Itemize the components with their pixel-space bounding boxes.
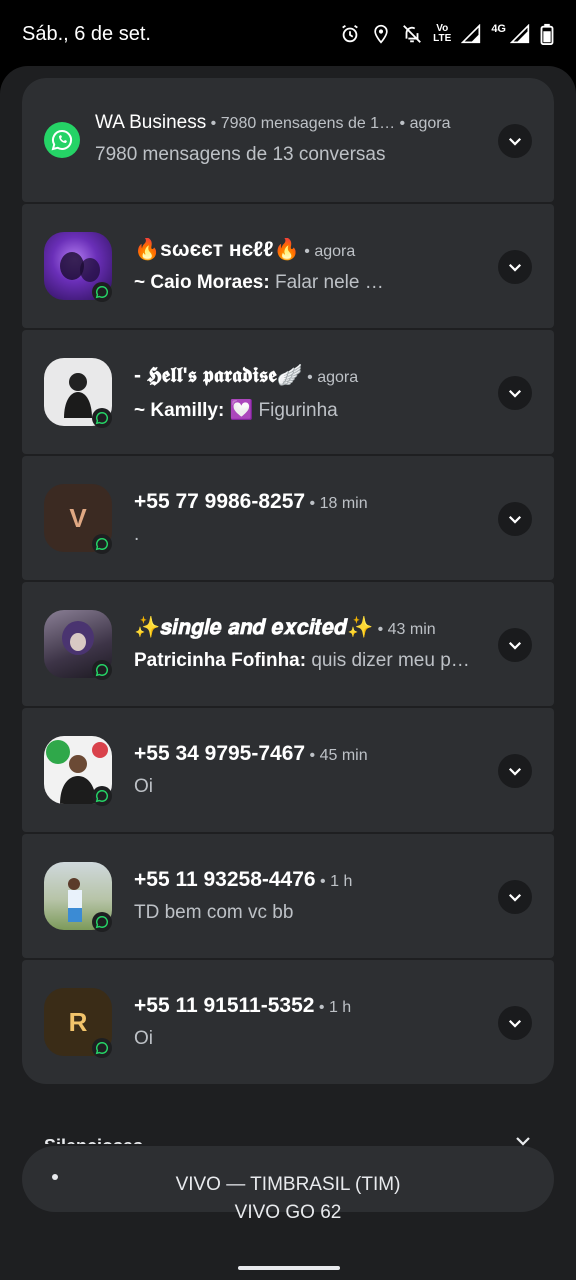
chevron-down-icon (508, 515, 522, 524)
message-text: 💟 Figurinha (229, 400, 338, 421)
notification-time: 43 min (387, 621, 436, 638)
notification-time: 45 min (319, 747, 368, 764)
message-text: Oi (134, 776, 153, 797)
expand-chevron-button[interactable] (498, 754, 532, 788)
carrier-name: VIVO — TIMBRASIL (TIM) (175, 1174, 401, 1195)
conversation-notifications-group: WA Business • 7980 mensagens de 1… • ago… (22, 78, 554, 1086)
notification-conversation[interactable]: +55 34 9795-7467 • 45 min Oi (22, 708, 554, 832)
notification-time: agora (317, 369, 359, 386)
conversation-title: +55 11 93258-4476 (134, 868, 316, 891)
conversation-title: +55 34 9795-7467 (134, 742, 306, 765)
notification-text: WA Business • 7980 mensagens de 1… • ago… (95, 112, 484, 166)
network-type: 4G (491, 23, 506, 35)
message-sender: Patricinha Fofinha: (134, 650, 307, 671)
notification-shade: WA Business • 7980 mensagens de 1… • ago… (0, 66, 576, 1280)
notification-time: 1 h (328, 999, 352, 1016)
notification-text: +55 11 91511-5352 • 1 h Oi (134, 994, 352, 1049)
status-date: Sáb., 6 de set. (22, 22, 151, 45)
notification-text: +55 34 9795-7467 • 45 min Oi (134, 742, 368, 797)
message-text: Falar nele … (274, 272, 384, 293)
conversation-title: - 𝕳𝖊𝖑𝖑'𝖘 𝖕𝖆𝖗𝖆𝖉𝖎𝖘𝖊🪽 (134, 364, 303, 387)
notification-app-name: WA Business (95, 112, 207, 133)
signal-4g-icon (510, 24, 530, 44)
signal-icon (461, 24, 481, 44)
message-sender: ~ Caio Moraes: (134, 272, 270, 293)
message-text: quis dizer meu p… (311, 650, 470, 671)
whatsapp-icon (44, 122, 80, 158)
message-text: TD bem com vc bb (134, 902, 294, 923)
whatsapp-badge-icon (92, 534, 112, 554)
gesture-navigation-bar[interactable] (238, 1266, 340, 1270)
notifications-off-icon (403, 25, 422, 43)
conversation-title: +55 11 91511-5352 (134, 994, 315, 1017)
notification-text: +55 11 93258-4476 • 1 h TD bem com vc bb (134, 868, 353, 923)
notification-text: 🔥ѕωєєт нєℓℓ🔥 • agora ~ Caio Moraes: Fala… (134, 238, 384, 293)
conversation-title: 🔥ѕωєєт нєℓℓ🔥 (134, 238, 300, 261)
conversation-title: +55 77 9986-8257 (134, 490, 306, 513)
notification-subtext: 7980 mensagens de 1… (220, 115, 396, 132)
whatsapp-badge-icon (92, 282, 112, 302)
chevron-down-icon (508, 263, 522, 272)
silent-section-header[interactable]: Silenciosas (44, 1132, 143, 1144)
chevron-down-icon (508, 767, 522, 776)
whatsapp-badge-icon (92, 408, 112, 428)
expand-chevron-button[interactable] (498, 250, 532, 284)
conversation-title: ✨𝒔𝒊𝒏𝒈𝒍𝒆 𝒂𝒏𝒅 𝒆𝒙𝒄𝒊𝒕𝒆𝒅✨ (134, 616, 374, 639)
chevron-down-icon (508, 893, 522, 902)
whatsapp-badge-icon (92, 1038, 112, 1058)
notification-conversation[interactable]: ✨𝒔𝒊𝒏𝒈𝒍𝒆 𝒂𝒏𝒅 𝒆𝒙𝒄𝒊𝒕𝒆𝒅✨ • 43 min Patricinha… (22, 582, 554, 706)
notification-message: 7980 mensagens de 13 conversas (95, 144, 386, 165)
notification-text: ✨𝒔𝒊𝒏𝒈𝒍𝒆 𝒂𝒏𝒅 𝒆𝒙𝒄𝒊𝒕𝒆𝒅✨ • 43 min Patricinha… (134, 616, 470, 671)
chevron-down-icon (508, 137, 522, 146)
message-text: . (134, 524, 140, 545)
notification-conversation[interactable]: +55 11 93258-4476 • 1 h TD bem com vc bb (22, 834, 554, 958)
volte-icon: Vo LTE (433, 24, 451, 44)
expand-chevron-button[interactable] (498, 376, 532, 410)
battery-icon (540, 23, 554, 45)
status-icons: Vo LTE 4G (339, 23, 554, 45)
carrier-network: VIVO GO 62 (234, 1202, 342, 1223)
notification-wa-business[interactable]: WA Business • 7980 mensagens de 1… • ago… (22, 78, 554, 202)
alarm-icon (342, 24, 358, 43)
expand-chevron-button[interactable] (498, 880, 532, 914)
status-bar: Sáb., 6 de set. Vo LTE 4G (0, 0, 576, 68)
notification-conversation[interactable]: R +55 11 91511-5352 • 1 h Oi (22, 960, 554, 1084)
chevron-down-icon (508, 389, 522, 398)
chevron-down-icon (508, 1019, 522, 1028)
carrier-info: VIVO — TIMBRASIL (TIM) VIVO GO 62 (22, 1146, 554, 1223)
notification-time: agora (314, 243, 356, 260)
notification-conversation[interactable]: 🔥ѕωєєт нєℓℓ🔥 • agora ~ Caio Moraes: Fala… (22, 204, 554, 328)
whatsapp-badge-icon (92, 786, 112, 806)
expand-chevron-button[interactable] (498, 628, 532, 662)
volte-label-bottom: LTE (433, 33, 452, 44)
chevron-down-icon[interactable] (514, 1136, 532, 1146)
expand-chevron-button[interactable] (498, 124, 532, 158)
notification-conversation[interactable]: - 𝕳𝖊𝖑𝖑'𝖘 𝖕𝖆𝖗𝖆𝖉𝖎𝖘𝖊🪽 • agora ~ Kamilly: 💟 … (22, 330, 554, 454)
notification-time: agora (409, 115, 451, 132)
message-text: Oi (134, 1028, 153, 1049)
location-icon (374, 24, 388, 44)
message-sender: ~ Kamilly: (134, 400, 225, 421)
expand-chevron-button[interactable] (498, 502, 532, 536)
notification-time: 1 h (330, 873, 353, 890)
whatsapp-badge-icon (92, 912, 112, 932)
notification-text: +55 77 9986-8257 • 18 min . (134, 490, 368, 545)
chevron-down-icon (508, 641, 522, 650)
whatsapp-badge-icon (92, 660, 112, 680)
notification-text: - 𝕳𝖊𝖑𝖑'𝖘 𝖕𝖆𝖗𝖆𝖉𝖎𝖘𝖊🪽 • agora ~ Kamilly: 💟 … (134, 364, 359, 421)
expand-chevron-button[interactable] (498, 1006, 532, 1040)
notification-conversation[interactable]: V +55 77 9986-8257 • 18 min . (22, 456, 554, 580)
notification-time: 18 min (319, 495, 368, 512)
